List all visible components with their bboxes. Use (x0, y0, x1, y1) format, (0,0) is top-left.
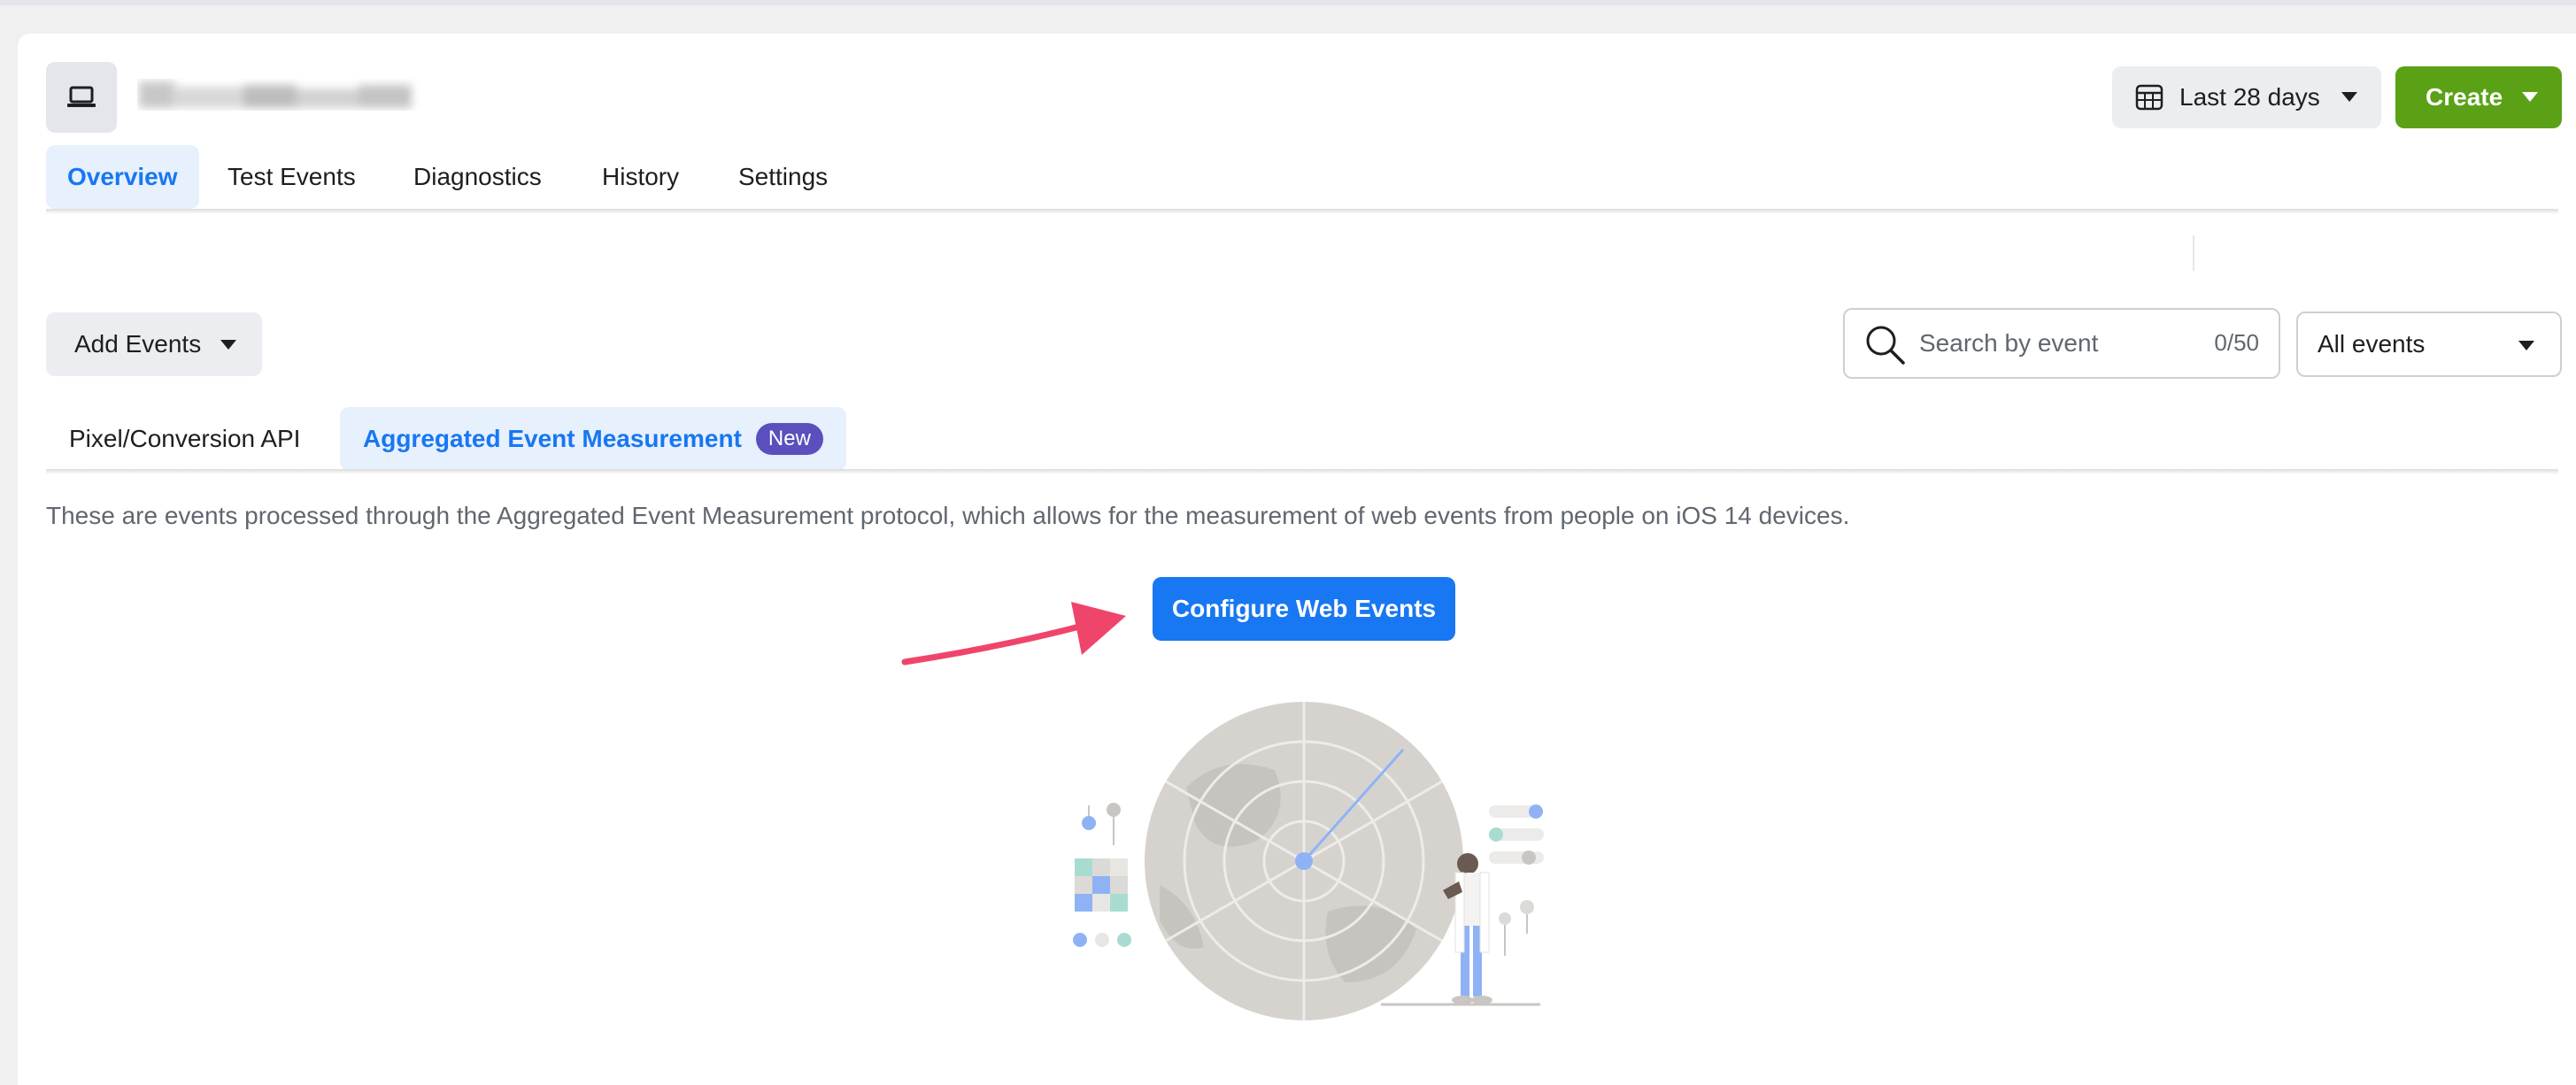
tab-overview[interactable]: Overview (46, 145, 199, 209)
create-button[interactable]: Create (2395, 66, 2562, 128)
tab-diagnostics[interactable]: Diagnostics (392, 145, 563, 209)
chevron-down-icon (2341, 92, 2357, 102)
add-events-button[interactable]: Add Events (46, 312, 262, 376)
search-icon (1864, 324, 1907, 371)
pixel-icon-box (46, 62, 117, 133)
tab-label: History (602, 163, 680, 190)
subtab-label: Pixel/Conversion API (69, 425, 301, 452)
tab-label: Settings (738, 163, 829, 190)
search-input[interactable] (1919, 322, 2185, 365)
add-events-label: Add Events (74, 330, 202, 358)
window-top-strip (0, 0, 2576, 5)
tab-history[interactable]: History (581, 145, 700, 209)
subtab-label: Aggregated Event Measurement (363, 425, 742, 452)
arrow-annotation (901, 602, 1126, 666)
chevron-down-icon (220, 340, 236, 350)
chevron-down-icon (2518, 341, 2534, 350)
chart-axis-fragment (46, 216, 2206, 269)
configure-web-events-button[interactable]: Configure Web Events (1153, 577, 1455, 641)
chevron-down-icon (2522, 92, 2538, 102)
pixel-name-blurred (137, 69, 456, 122)
chart-divider (2193, 235, 2194, 271)
tab-test-events[interactable]: Test Events (206, 145, 377, 209)
date-range-label: Last 28 days (2179, 83, 2320, 111)
tab-label: Diagnostics (413, 163, 542, 190)
events-filter-value: All events (2318, 330, 2426, 358)
tab-label: Overview (67, 163, 178, 190)
configure-button-label: Configure Web Events (1171, 595, 1437, 622)
tab-bar-divider (46, 209, 2558, 214)
event-search-box[interactable]: 0/50 (1843, 308, 2280, 379)
events-filter-dropdown[interactable]: All events (2296, 312, 2562, 377)
calendar-table-icon (2135, 84, 2163, 111)
tab-settings[interactable]: Settings (717, 145, 849, 209)
subtab-aggregated-event-measurement[interactable]: Aggregated Event Measurement New (340, 407, 846, 471)
create-button-label: Create (2426, 83, 2503, 111)
tab-label: Test Events (228, 163, 356, 190)
radar-illustration (1073, 702, 1544, 1020)
subtab-pixel-conversion-api[interactable]: Pixel/Conversion API (46, 407, 323, 471)
aem-description: These are events processed through the A… (46, 502, 1850, 529)
date-range-dropdown[interactable]: Last 28 days (2112, 66, 2381, 128)
subtab-divider (46, 469, 2558, 474)
laptop-icon (67, 86, 96, 107)
new-badge: New (755, 423, 823, 455)
search-counter: 0/50 (2214, 329, 2259, 356)
